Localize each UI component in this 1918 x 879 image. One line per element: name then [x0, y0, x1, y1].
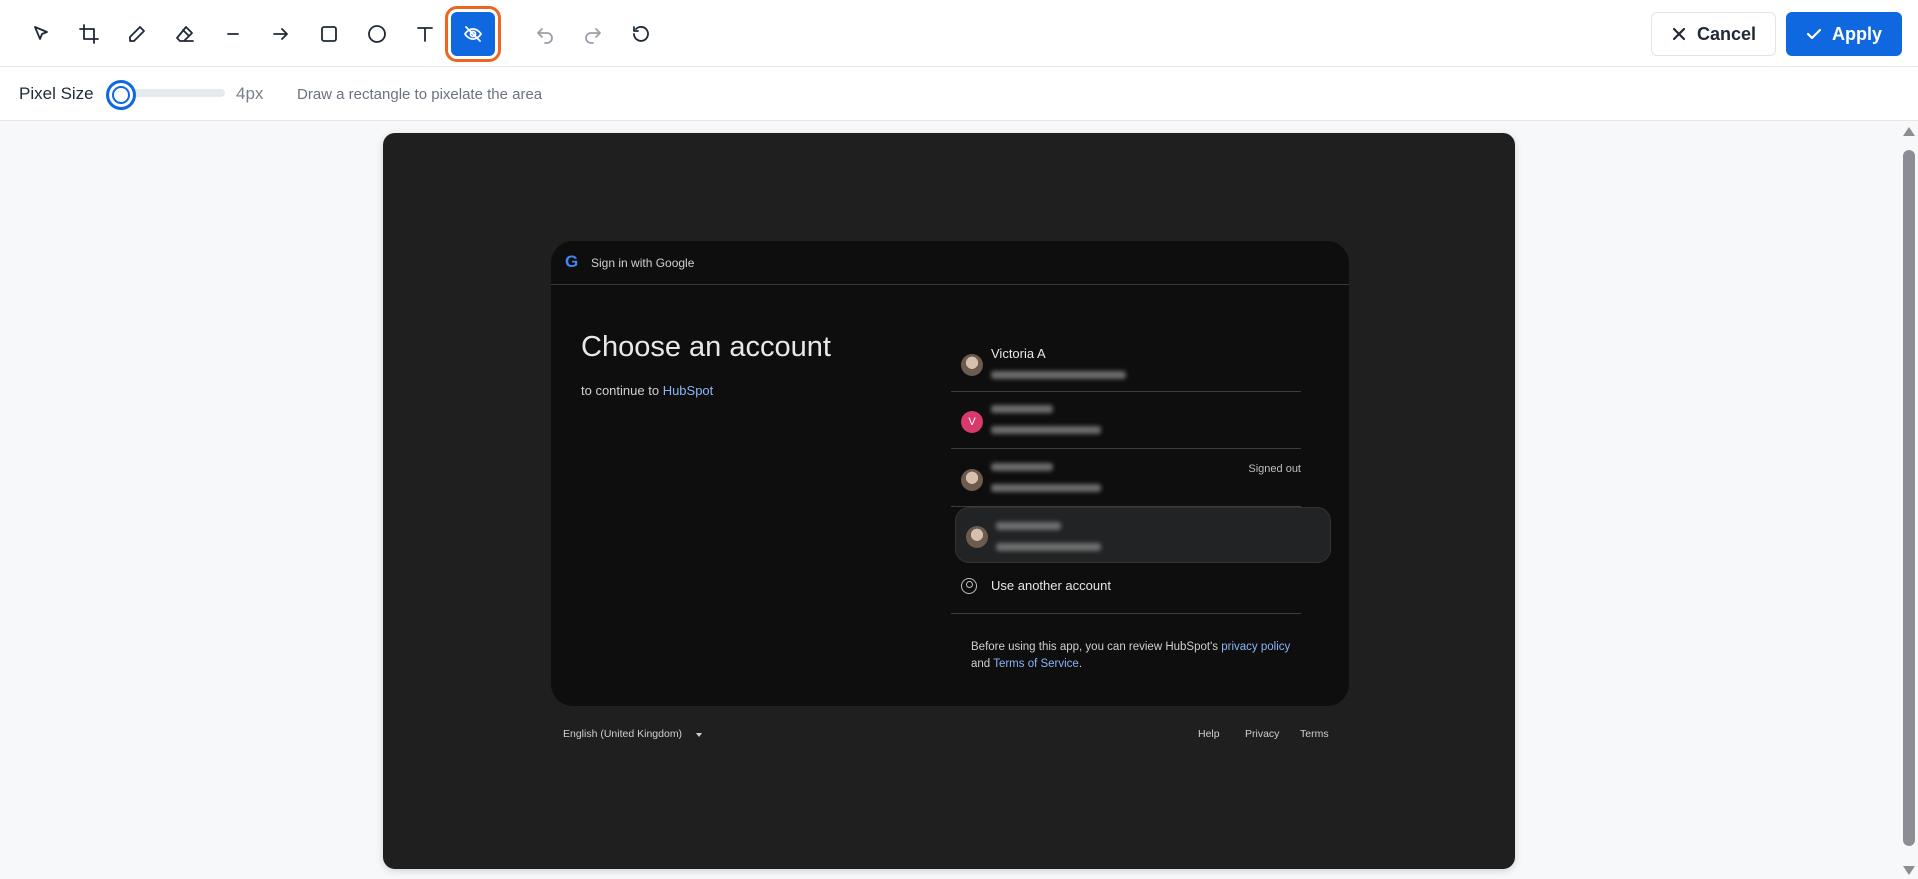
scroll-down-arrow[interactable]: [1903, 866, 1915, 875]
policy-suffix: .: [1078, 658, 1083, 670]
line-icon: [227, 33, 239, 35]
use-another-account-label: Use another account: [991, 578, 1111, 593]
eraser-icon: [176, 26, 194, 42]
reset-icon: [633, 26, 649, 42]
language-selector: English (United Kingdom): [563, 728, 683, 740]
pixelated-email: [996, 543, 1101, 551]
google-signin-card: G Sign in with Google Choose an account …: [551, 241, 1349, 706]
account-row-highlighted: [955, 507, 1331, 563]
account-row: V: [951, 393, 1301, 449]
use-another-account-row: Use another account: [951, 564, 1301, 614]
text-icon: [417, 27, 433, 42]
close-icon: [1672, 27, 1686, 41]
text-tool-button[interactable]: [403, 12, 447, 56]
image-canvas[interactable]: G Sign in with Google Choose an account …: [383, 133, 1515, 869]
vertical-scrollbar-thumb[interactable]: [1903, 150, 1915, 846]
crop-icon: [79, 24, 99, 44]
footer-terms-link: Terms: [1300, 728, 1329, 740]
pixelated-name: [991, 463, 1053, 471]
tool-hint: Draw a rectangle to pixelate the area: [297, 86, 543, 103]
footer-help-link: Help: [1198, 728, 1220, 740]
privacy-policy-link: privacy policy: [1221, 641, 1291, 653]
rectangle-tool-button[interactable]: [307, 12, 351, 56]
google-signin-header-text: Sign in with Google: [591, 256, 695, 270]
pixel-size-slider-thumb[interactable]: [106, 80, 136, 110]
select-arrow-icon: [34, 26, 48, 40]
reset-button[interactable]: [619, 12, 663, 56]
ellipse-tool-button[interactable]: [355, 12, 399, 56]
cancel-button-label: Cancel: [1696, 23, 1757, 44]
user-circle-icon: [961, 578, 977, 594]
choose-account-title: Choose an account: [581, 331, 831, 363]
pencil-icon: [129, 26, 145, 42]
check-icon: [1806, 28, 1822, 40]
tool-options-bar: Pixel Size 4px Draw a rectangle to pixel…: [0, 67, 1918, 121]
pixelated-email: [991, 371, 1126, 379]
cancel-button[interactable]: Cancel: [1651, 12, 1776, 56]
arrow-right-icon: [273, 28, 288, 40]
avatar: [966, 526, 988, 548]
footer-privacy-link: Privacy: [1245, 728, 1280, 740]
select-tool-button[interactable]: [19, 12, 63, 56]
apply-button-label: Apply: [1831, 23, 1882, 44]
pixelated-email: [991, 426, 1101, 434]
redo-button[interactable]: [571, 12, 615, 56]
avatar: [961, 469, 983, 491]
crop-tool-button[interactable]: [67, 12, 111, 56]
eraser-tool-button[interactable]: [163, 12, 207, 56]
pixelated-name: [996, 522, 1061, 530]
undo-button[interactable]: [523, 12, 567, 56]
pixelated-email: [991, 484, 1101, 492]
arrow-tool-button[interactable]: [259, 12, 303, 56]
pixel-size-label: Pixel Size: [19, 84, 94, 103]
chevron-down-icon: [696, 733, 702, 737]
eye-off-icon: [464, 26, 482, 42]
policy-prefix: Before using this app, you can review Hu…: [971, 641, 1219, 653]
rectangle-icon: [321, 26, 337, 42]
apply-button[interactable]: Apply: [1786, 12, 1902, 56]
continue-to-text: to continue to HubSpot: [581, 383, 713, 398]
pixelated-name: [991, 405, 1053, 413]
account-row: Signed out: [951, 451, 1301, 507]
google-logo-icon: G: [565, 252, 579, 271]
google-signin-header: G Sign in with Google: [551, 241, 1349, 285]
line-tool-button[interactable]: [211, 12, 255, 56]
account-row: Victoria A: [951, 336, 1301, 392]
continue-app-link: HubSpot: [662, 383, 714, 398]
pencil-tool-button[interactable]: [115, 12, 159, 56]
account-name: Victoria A: [991, 346, 1046, 361]
continue-prefix: to continue to: [581, 383, 660, 398]
editor-toolbar: Cancel Apply: [0, 0, 1918, 67]
circle-icon: [368, 25, 386, 43]
undo-icon: [537, 28, 553, 44]
pixelate-tool-button[interactable]: [445, 6, 501, 62]
avatar: V: [961, 411, 983, 433]
terms-of-service-link: Terms of Service: [993, 658, 1079, 670]
signed-out-label: Signed out: [1248, 463, 1301, 475]
redo-icon: [585, 28, 601, 44]
avatar: [961, 354, 983, 376]
scroll-up-arrow[interactable]: [1903, 127, 1915, 136]
policy-text: Before using this app, you can review Hu…: [971, 639, 1331, 673]
pixel-size-value: 4px: [236, 84, 264, 103]
policy-and: and: [971, 658, 991, 670]
